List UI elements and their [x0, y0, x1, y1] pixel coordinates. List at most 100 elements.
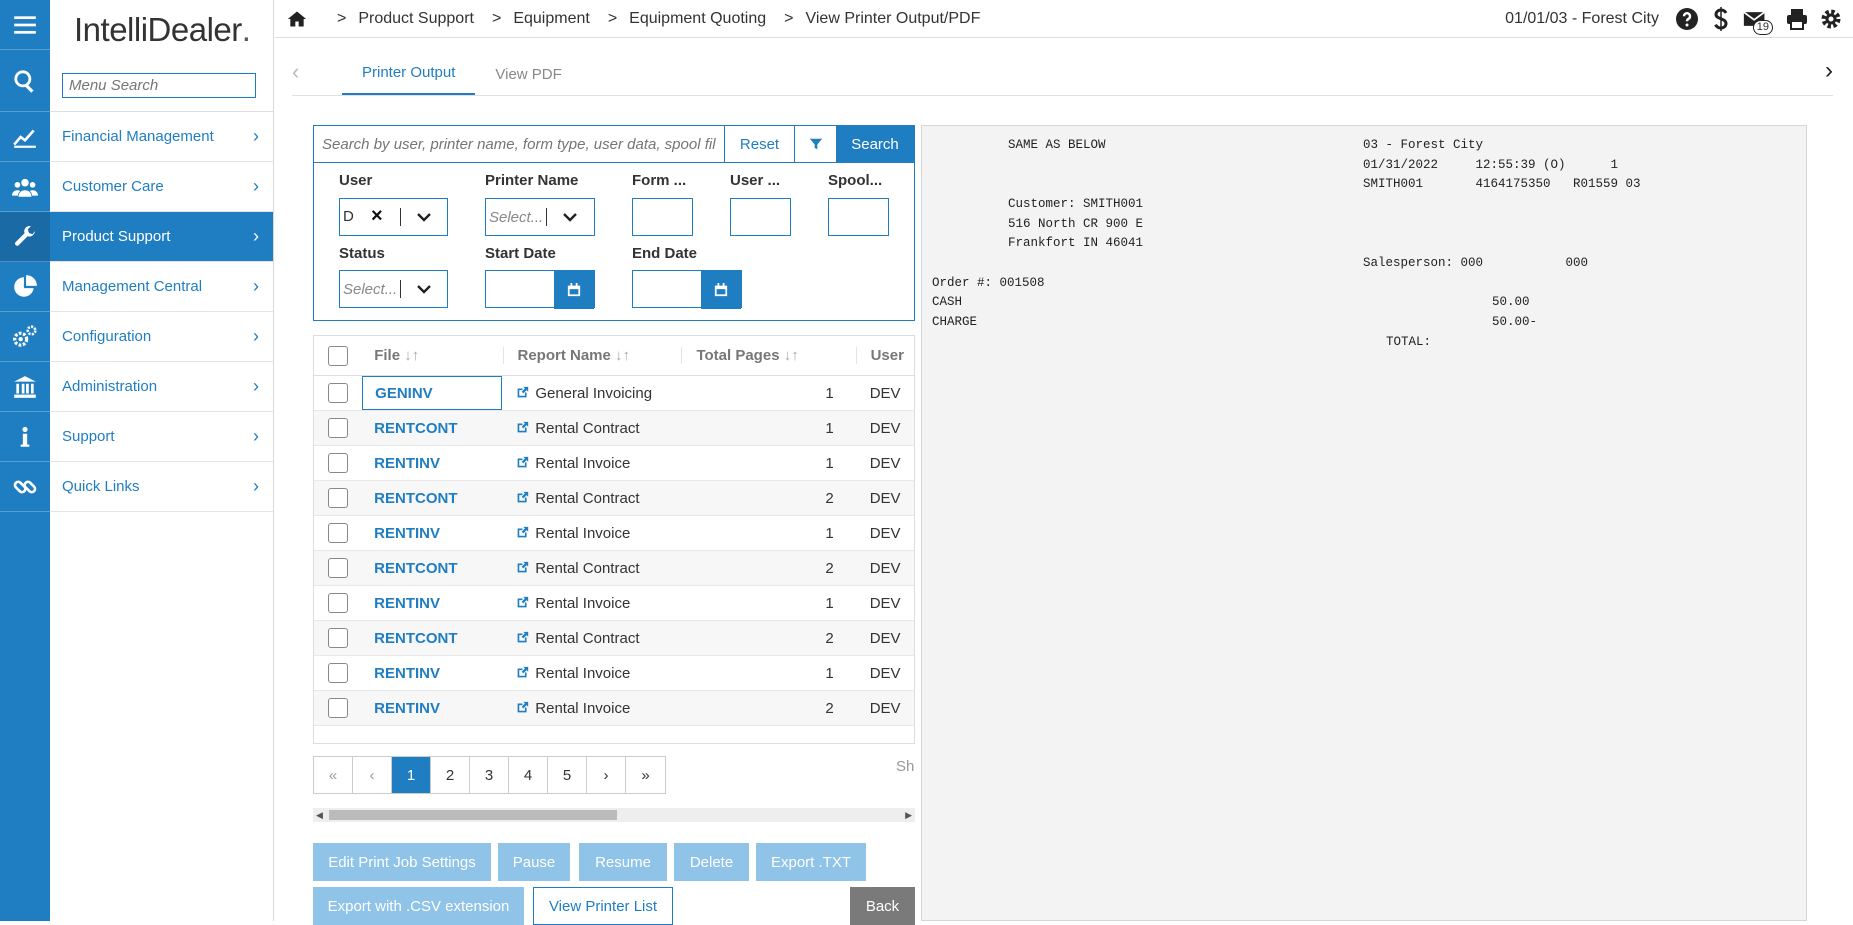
- search-button[interactable]: Search: [836, 126, 914, 162]
- tab-printer-output[interactable]: Printer Output: [342, 64, 476, 95]
- external-link-icon[interactable]: [516, 385, 535, 402]
- external-link-icon[interactable]: [516, 560, 535, 577]
- next-page-button[interactable]: ›: [587, 757, 626, 793]
- row-checkbox[interactable]: [328, 663, 349, 683]
- external-link-icon[interactable]: [516, 525, 535, 542]
- row-checkbox[interactable]: [328, 628, 349, 648]
- report-name[interactable]: Rental Contract: [535, 630, 639, 647]
- file-link[interactable]: RENTINV: [374, 455, 440, 472]
- chevron-down-icon[interactable]: [562, 209, 578, 229]
- chevron-down-icon[interactable]: [416, 209, 432, 229]
- page-3-button[interactable]: 3: [470, 757, 509, 793]
- table-row[interactable]: RENTINV Rental Invoice 1 DEV: [314, 586, 914, 621]
- external-link-icon[interactable]: [516, 630, 535, 647]
- report-name[interactable]: Rental Contract: [535, 420, 639, 437]
- calendar-icon[interactable]: [554, 271, 594, 309]
- export-csv-button[interactable]: Export with .CSV extension: [313, 887, 524, 925]
- clear-x-icon[interactable]: ×: [371, 205, 383, 228]
- filter-toggle-button[interactable]: [794, 126, 836, 162]
- status-select[interactable]: Select...: [339, 270, 448, 308]
- table-row[interactable]: RENTINV Rental Invoice 1 DEV: [314, 446, 914, 481]
- table-row[interactable]: RENTCONT Rental Contract 2 DEV: [314, 621, 914, 656]
- sidebar-item-quick-links[interactable]: Quick Links ›: [50, 462, 273, 512]
- select-all-checkbox[interactable]: [328, 345, 349, 366]
- reset-button[interactable]: Reset: [724, 126, 794, 162]
- back-button[interactable]: Back: [850, 887, 915, 925]
- sidebar-item-support[interactable]: Support ›: [50, 412, 273, 462]
- tab-scroll-right-icon[interactable]: ›: [1825, 57, 1833, 95]
- home-icon[interactable]: [275, 9, 319, 29]
- scrollbar-thumb[interactable]: [329, 810, 617, 820]
- last-page-button[interactable]: »: [626, 757, 665, 793]
- printer-icon[interactable]: [1785, 7, 1809, 31]
- search-input[interactable]: [314, 126, 724, 162]
- delete-button[interactable]: Delete: [674, 843, 749, 881]
- row-checkbox[interactable]: [328, 383, 349, 403]
- file-link[interactable]: RENTINV: [374, 595, 440, 612]
- file-link[interactable]: RENTCONT: [374, 560, 457, 577]
- row-checkbox[interactable]: [328, 488, 349, 508]
- calendar-icon[interactable]: [701, 271, 741, 309]
- sidebar-item-customer-care[interactable]: Customer Care ›: [50, 162, 273, 212]
- help-icon[interactable]: [1675, 7, 1699, 31]
- table-row[interactable]: RENTCONT Rental Contract 2 DEV: [314, 551, 914, 586]
- row-checkbox[interactable]: [328, 593, 349, 613]
- file-link[interactable]: RENTCONT: [374, 630, 457, 647]
- pause-button[interactable]: Pause: [498, 843, 570, 881]
- column-header-total-pages[interactable]: Total Pages ↓↑: [681, 347, 855, 364]
- page-4-button[interactable]: 4: [509, 757, 548, 793]
- sidebar-item-financial-management[interactable]: Financial Management ›: [50, 112, 273, 162]
- report-name[interactable]: Rental Invoice: [535, 700, 630, 717]
- pie-chart-icon[interactable]: [0, 262, 50, 312]
- chart-line-icon[interactable]: [0, 112, 50, 162]
- table-row[interactable]: GENINV General Invoicing 1 DEV: [314, 376, 914, 411]
- wrench-icon[interactable]: [0, 212, 50, 262]
- page-2-button[interactable]: 2: [431, 757, 470, 793]
- external-link-icon[interactable]: [516, 700, 535, 717]
- tab-scroll-left-icon[interactable]: ‹: [292, 59, 342, 95]
- column-header-file[interactable]: File ↓↑: [362, 347, 502, 364]
- chevron-down-icon[interactable]: [416, 281, 432, 301]
- edit-print-job-settings-button[interactable]: Edit Print Job Settings: [313, 843, 491, 881]
- table-row[interactable]: RENTCONT Rental Contract 1 DEV: [314, 411, 914, 446]
- sidebar-item-management-central[interactable]: Management Central ›: [50, 262, 273, 312]
- bank-icon[interactable]: [0, 362, 50, 412]
- external-link-icon[interactable]: [516, 595, 535, 612]
- sidebar-item-product-support[interactable]: Product Support ›: [50, 212, 273, 262]
- users-icon[interactable]: [0, 162, 50, 212]
- export-txt-button[interactable]: Export .TXT: [756, 843, 866, 881]
- external-link-icon[interactable]: [516, 665, 535, 682]
- mail-icon[interactable]: 19: [1743, 7, 1773, 35]
- info-icon[interactable]: [0, 412, 50, 462]
- scroll-right-arrow-icon[interactable]: ▶: [905, 808, 912, 822]
- file-link[interactable]: RENTINV: [374, 525, 440, 542]
- report-name[interactable]: Rental Invoice: [535, 595, 630, 612]
- table-row[interactable]: RENTCONT Rental Contract 2 DEV: [314, 481, 914, 516]
- row-checkbox[interactable]: [328, 418, 349, 438]
- view-printer-list-button[interactable]: View Printer List: [533, 887, 673, 925]
- s-logo-icon[interactable]: [1709, 6, 1733, 31]
- row-checkbox[interactable]: [328, 523, 349, 543]
- external-link-icon[interactable]: [516, 490, 535, 507]
- sidebar-item-administration[interactable]: Administration ›: [50, 362, 273, 412]
- row-checkbox[interactable]: [328, 558, 349, 578]
- file-link[interactable]: RENTINV: [374, 665, 440, 682]
- search-icon[interactable]: [0, 50, 50, 112]
- column-header-report-name[interactable]: Report Name ↓↑: [502, 347, 682, 364]
- printer-name-select[interactable]: Select...: [485, 198, 595, 236]
- table-row[interactable]: RENTINV Rental Invoice 2 DEV: [314, 691, 914, 726]
- external-link-icon[interactable]: [516, 455, 535, 472]
- row-checkbox[interactable]: [328, 698, 349, 718]
- file-link[interactable]: GENINV: [375, 385, 433, 402]
- sidebar-item-configuration[interactable]: Configuration ›: [50, 312, 273, 362]
- previous-page-button[interactable]: ‹: [353, 757, 392, 793]
- tab-view-pdf[interactable]: View PDF: [475, 66, 581, 95]
- horizontal-scrollbar[interactable]: ◀ ▶: [313, 808, 915, 822]
- page-5-button[interactable]: 5: [548, 757, 587, 793]
- report-name[interactable]: Rental Contract: [535, 490, 639, 507]
- gear-icon[interactable]: [1819, 7, 1843, 31]
- hamburger-menu-icon[interactable]: [0, 0, 50, 50]
- file-link[interactable]: RENTINV: [374, 700, 440, 717]
- first-page-button[interactable]: «: [314, 757, 353, 793]
- report-name[interactable]: Rental Invoice: [535, 525, 630, 542]
